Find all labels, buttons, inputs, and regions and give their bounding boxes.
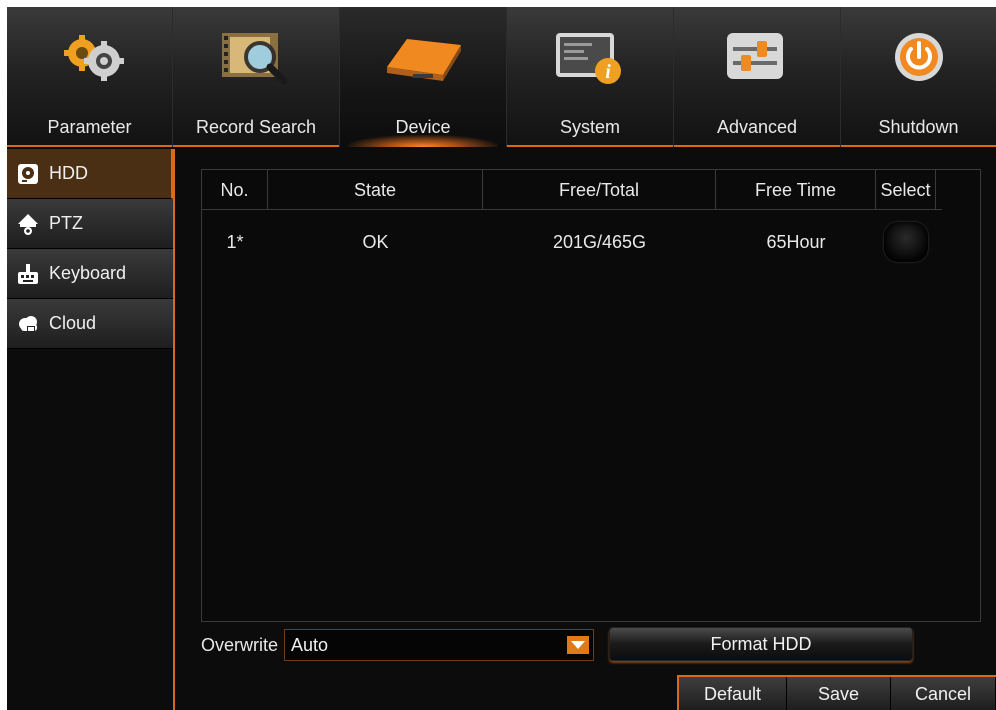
tab-label: System [559, 117, 620, 137]
power-icon [894, 33, 943, 81]
cloud-icon [13, 311, 43, 337]
select-checkbox[interactable] [884, 222, 928, 262]
film-search-icon [222, 33, 288, 85]
cancel-button[interactable]: Cancel [891, 677, 996, 710]
hdd-table: No. State Free/Total Free Time Select 1*… [201, 169, 981, 622]
dvr-window: Parameter Record Search Device i System … [7, 7, 996, 710]
chevron-down-icon[interactable] [567, 636, 590, 654]
action-buttons: Default Save Cancel [677, 675, 996, 710]
tab-system[interactable]: i System [507, 7, 674, 147]
sidebar-item-label: Keyboard [49, 263, 127, 283]
active-tab-indicator [348, 135, 498, 147]
sliders-icon [727, 33, 783, 79]
sidebar-item-label: Cloud [49, 313, 97, 333]
sidebar-item-label: HDD [49, 163, 88, 183]
tab-label: Shutdown [878, 117, 959, 137]
ptz-camera-icon [13, 211, 43, 237]
system-info-icon: i [556, 33, 621, 84]
sidebar-item-hdd[interactable]: HDD [7, 149, 173, 199]
overwrite-value: Auto [291, 634, 329, 655]
sidebar-item-ptz[interactable]: PTZ [7, 199, 173, 249]
overwrite-label: Overwrite [201, 634, 279, 655]
tab-shutdown[interactable]: Shutdown [841, 7, 996, 147]
gears-icon [63, 35, 124, 81]
tab-label: Record Search [195, 117, 317, 137]
table-header: No. State Free/Total Free Time Select [202, 170, 942, 210]
sidebar-item-keyboard[interactable]: Keyboard [7, 249, 173, 299]
cell-select [876, 222, 936, 262]
top-navigation: Parameter Record Search Device i System … [7, 7, 996, 147]
save-button[interactable]: Save [787, 677, 891, 710]
hdd-icon [13, 161, 43, 187]
column-header-state: State [268, 170, 483, 210]
hdd-device-icon [387, 39, 461, 81]
tab-record-search[interactable]: Record Search [173, 7, 340, 147]
keyboard-icon [13, 261, 43, 287]
tab-parameter[interactable]: Parameter [7, 7, 173, 147]
column-header-free-total: Free/Total [483, 170, 716, 210]
overwrite-dropdown[interactable]: Auto [284, 629, 595, 661]
tab-label: Advanced [716, 117, 798, 137]
column-header-no: No. [202, 170, 268, 210]
sidebar-item-label: PTZ [49, 213, 83, 233]
column-header-free-time: Free Time [716, 170, 876, 210]
sidebar-item-cloud[interactable]: Cloud [7, 299, 173, 349]
tab-advanced[interactable]: Advanced [674, 7, 841, 147]
cell-no: 1* [226, 231, 244, 252]
cell-free-time: 65Hour [766, 231, 826, 252]
format-hdd-button[interactable]: Format HDD [609, 627, 913, 661]
svg-text:i: i [605, 61, 611, 83]
column-header-select: Select [876, 170, 936, 210]
tab-label: Parameter [47, 117, 132, 137]
overwrite-setting: Overwrite Auto [201, 629, 595, 661]
hdd-panel: No. State Free/Total Free Time Select 1*… [177, 149, 996, 710]
tab-device[interactable]: Device [340, 7, 507, 147]
cell-state: OK [362, 231, 389, 252]
cell-free-total: 201G/465G [552, 231, 647, 252]
sidebar: HDD PTZ Keyboard Cloud [7, 149, 175, 710]
table-row[interactable]: 1* OK 201G/465G 65Hour [202, 222, 942, 262]
default-button[interactable]: Default [679, 677, 787, 710]
